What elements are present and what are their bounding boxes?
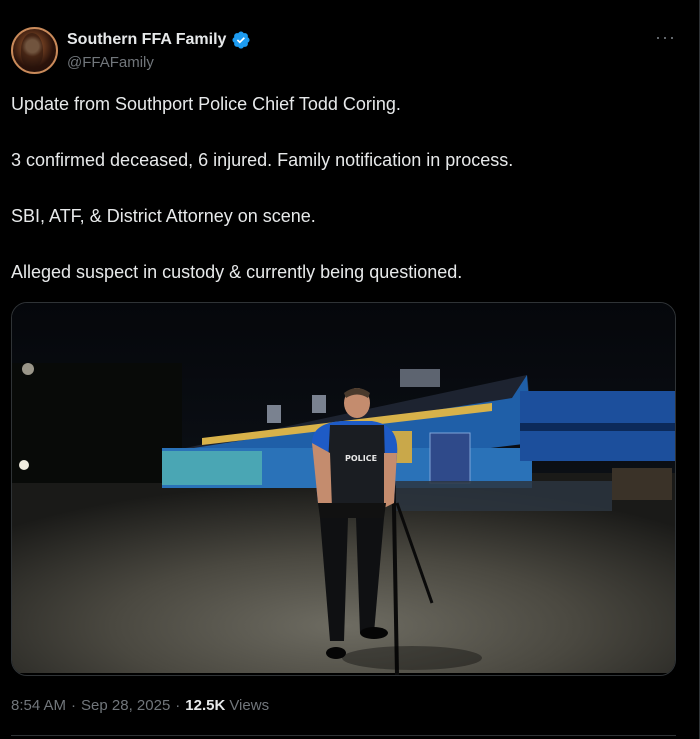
video-still-image: POLICE (12, 303, 675, 675)
tweet-paragraph: SBI, ATF, & District Attorney on scene. (11, 206, 316, 226)
meta-separator: · (71, 697, 77, 714)
views-label: Views (229, 697, 270, 714)
tweet-paragraph: 3 confirmed deceased, 6 injured. Family … (11, 150, 514, 170)
author-avatar[interactable] (11, 27, 58, 74)
tweet-media-video[interactable]: POLICE (11, 302, 676, 676)
tweet-time[interactable]: 8:54 AM (11, 697, 66, 714)
tweet-text: Update from Southport Police Chief Todd … (11, 92, 671, 316)
author-display-name[interactable]: Southern FFA Family (67, 31, 226, 49)
views-count[interactable]: 12.5K (185, 697, 225, 714)
verified-badge-icon (232, 31, 250, 49)
tweet-card: Southern FFA Family @FFAFamily ··· Updat… (0, 0, 700, 739)
tweet-date[interactable]: Sep 28, 2025 (81, 697, 170, 714)
tweet-paragraph: Update from Southport Police Chief Todd … (11, 94, 401, 114)
more-options-icon[interactable]: ··· (655, 27, 676, 48)
author-name-row: Southern FFA Family (67, 30, 251, 50)
author-handle[interactable]: @FFAFamily (67, 54, 154, 71)
tweet-paragraph: Alleged suspect in custody & currently b… (11, 262, 463, 282)
divider (11, 735, 676, 736)
tweet-metadata: 8:54 AM · Sep 28, 2025 · 12.5K Views (11, 697, 269, 714)
meta-separator: · (175, 697, 181, 714)
vest-label: POLICE (345, 454, 377, 463)
